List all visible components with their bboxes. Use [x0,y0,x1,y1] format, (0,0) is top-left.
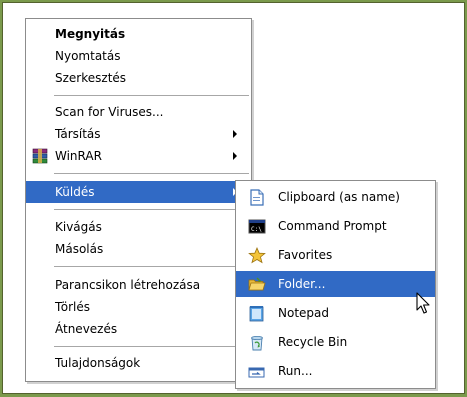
menu-item-label: Küldés [55,185,95,199]
menu-item-label: Tulajdonságok [55,356,141,370]
submenu-item-label: Favorites [278,248,333,262]
winrar-icon [32,148,48,164]
menu-item-delete[interactable]: Törlés [26,296,251,318]
menu-item-associate[interactable]: Társítás [26,123,251,145]
menu-item-properties[interactable]: Tulajdonságok [26,352,251,374]
menu-item-label: Törlés [55,300,91,314]
submenu-item-notepad[interactable]: Notepad [236,300,435,326]
submenu-item-label: Folder... [278,277,326,291]
command-prompt-icon: C:\ [248,219,266,234]
clipboard-icon [250,189,264,206]
menu-separator [54,173,249,174]
menu-separator [54,209,249,210]
menu-item-label: Átnevezés [55,322,118,336]
recycle-bin-icon [251,336,263,351]
submenu-item-label: Recycle Bin [278,335,348,349]
submenu-item-label: Clipboard (as name) [278,190,400,204]
menu-item-send-to[interactable]: Küldés [26,181,251,203]
submenu-item-run[interactable]: Run... [236,358,435,384]
menu-item-label: Parancsikon létrehozása [55,278,201,292]
menu-item-label: Másolás [55,242,104,256]
submenu-item-recycle-bin[interactable]: Recycle Bin [236,329,435,355]
send-to-submenu: Clipboard (as name) C:\ Command Prompt F… [235,180,436,389]
submenu-item-folder[interactable]: Folder... [236,271,435,297]
menu-item-label: Megnyitás [55,27,126,41]
notepad-icon [249,306,264,322]
menu-item-rename[interactable]: Átnevezés [26,318,251,340]
menu-item-label: Nyomtatás [55,49,121,63]
folder-icon [248,277,266,291]
context-menu: Megnyitás Nyomtatás Szerkesztés Scan for… [25,18,252,382]
submenu-arrow-icon [233,152,237,160]
menu-item-label: Szerkesztés [55,71,127,85]
mouse-pointer-icon [416,292,430,314]
submenu-item-command-prompt[interactable]: C:\ Command Prompt [236,213,435,239]
svg-text:C:\: C:\ [251,226,262,233]
menu-item-copy[interactable]: Másolás [26,238,251,260]
menu-item-label: Kivágás [55,220,102,234]
menu-separator [54,95,249,96]
menu-item-print[interactable]: Nyomtatás [26,45,251,67]
menu-separator [54,346,249,347]
menu-item-open[interactable]: Megnyitás [26,23,251,45]
menu-item-scan-for-viruses[interactable]: Scan for Viruses... [26,101,251,123]
screenshot-frame: Megnyitás Nyomtatás Szerkesztés Scan for… [2,2,465,394]
menu-separator [54,266,249,267]
submenu-item-label: Run... [278,364,313,378]
menu-item-winrar[interactable]: WinRAR [26,145,251,167]
menu-item-label: Társítás [55,127,101,141]
submenu-item-label: Notepad [278,306,329,320]
run-icon [248,367,265,378]
star-icon [248,247,266,264]
menu-item-edit[interactable]: Szerkesztés [26,67,251,89]
menu-item-cut[interactable]: Kivágás [26,216,251,238]
submenu-item-favorites[interactable]: Favorites [236,242,435,268]
menu-item-create-shortcut[interactable]: Parancsikon létrehozása [26,274,251,296]
submenu-item-clipboard[interactable]: Clipboard (as name) [236,184,435,210]
menu-item-label: WinRAR [55,149,102,163]
submenu-item-label: Command Prompt [278,219,387,233]
menu-item-label: Scan for Viruses... [55,105,164,119]
submenu-arrow-icon [233,130,237,138]
